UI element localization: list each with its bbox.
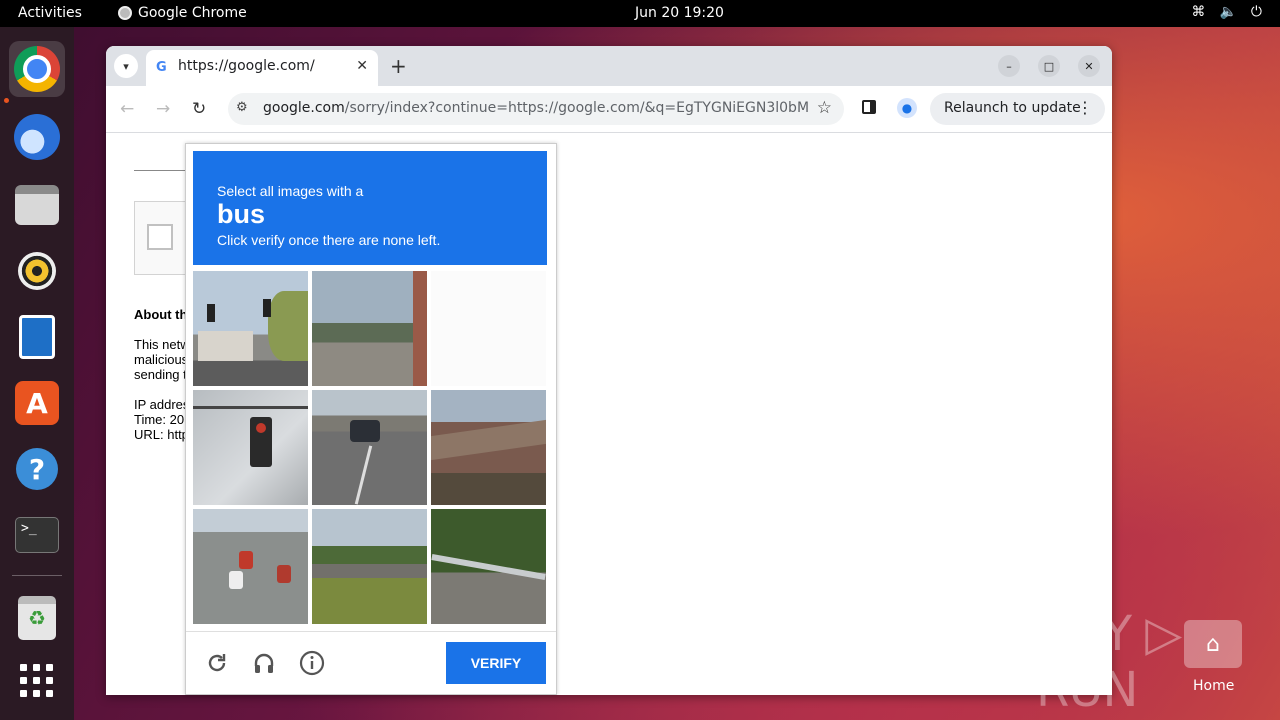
google-favicon-icon: G [156,60,167,75]
top-bar: Activities Google Chrome Jun 20 19:20 ⌘ … [0,0,1280,27]
app-menu[interactable]: Google Chrome [118,5,247,21]
recaptcha-checkbox[interactable] [147,224,173,250]
about-heading: About th [134,307,188,322]
rhythmbox-icon [18,252,56,290]
captcha-tile[interactable] [312,271,427,386]
maximize-icon: □ [1043,59,1055,73]
chrome-icon [14,46,60,92]
reload-button[interactable]: ↻ [192,99,206,119]
writer-icon [19,315,55,359]
captcha-target-word: bus [217,199,266,229]
captcha-tile[interactable] [431,271,546,386]
home-label[interactable]: Home [1193,678,1234,694]
chrome-app-icon [118,6,132,20]
chevron-down-icon: ▾ [123,59,129,73]
captcha-tile[interactable] [312,390,427,505]
captcha-instruction: Select all images with a [217,183,364,199]
captcha-sub-instruction: Click verify once there are none left. [217,232,441,248]
captcha-tile[interactable] [431,509,546,624]
network-icon: ⌘ [1191,4,1206,20]
captcha-tile[interactable] [193,271,308,386]
dock-trash[interactable]: ♻ [9,590,65,646]
captcha-header: Select all images with a bus Click verif… [193,151,547,265]
tab-title: https://google.com/ [178,58,315,74]
home-folder-icon[interactable]: ⌂ [1184,620,1242,668]
dock-separator [12,575,62,576]
app-name: Google Chrome [138,5,247,21]
watermark: ANY ▷ RUN [1036,606,1182,718]
para-line: sending t [134,367,187,382]
tab-search-button[interactable]: ▾ [114,54,138,78]
new-tab-button[interactable]: + [390,54,407,78]
minimize-icon: – [1006,59,1012,73]
captcha-tile[interactable] [193,509,308,624]
para-line: malicious [134,352,189,367]
audio-challenge-button[interactable] [251,650,277,676]
power-icon: ⏻ [1250,4,1262,20]
trash-icon: ♻ [18,596,56,640]
dock-rhythmbox[interactable] [9,243,65,299]
url-host: google.com [263,100,345,116]
info-line: URL: http [134,427,189,442]
more-menu-icon[interactable]: ⋮ [1077,98,1093,117]
close-icon: ✕ [1084,59,1094,73]
info-icon [299,650,325,676]
maximize-button[interactable]: □ [1038,55,1060,77]
dock: A ? >_ ♻ [0,27,74,720]
site-info-icon[interactable]: ⚙ [236,100,248,115]
bookmark-star-icon[interactable]: ☆ [817,98,832,118]
app-center-icon: A [15,381,59,425]
captcha-tile[interactable] [312,509,427,624]
system-tray[interactable]: ⌘ 🔈 ⏻ [1191,4,1262,20]
tab-google[interactable]: G https://google.com/ ✕ [146,50,378,86]
dock-show-apps[interactable] [9,653,65,709]
dock-chrome[interactable] [9,41,65,97]
captcha-tile[interactable] [431,390,546,505]
side-panel-icon[interactable] [862,100,876,114]
info-button[interactable] [299,650,325,676]
captcha-challenge: Select all images with a bus Click verif… [185,143,557,695]
files-icon [15,185,59,225]
minimize-button[interactable]: – [998,55,1020,77]
captcha-tile[interactable] [193,390,308,505]
relaunch-button[interactable]: Relaunch to update ⋮ [930,93,1105,125]
volume-icon: 🔈 [1219,4,1237,20]
address-bar[interactable]: ⚙ google.com/sorry/index?continue=https:… [228,93,844,125]
reload-challenge-button[interactable] [204,650,230,676]
thunderbird-icon [14,114,60,160]
profile-avatar-icon[interactable]: ● [897,98,917,118]
headphones-icon [254,653,274,673]
relaunch-label: Relaunch to update [944,100,1081,116]
refresh-icon [208,654,226,672]
dock-terminal[interactable]: >_ [9,507,65,563]
info-line: IP addres [134,397,190,412]
back-button[interactable]: ← [120,99,134,119]
clock[interactable]: Jun 20 19:20 [635,5,724,21]
running-indicator [4,98,9,103]
tab-strip: ▾ G https://google.com/ ✕ + – □ ✕ [106,46,1112,86]
dock-help[interactable]: ? [9,441,65,497]
url-path: /sorry/index?continue=https://google.com… [344,100,808,116]
dock-files[interactable] [9,177,65,233]
forward-button[interactable]: → [156,99,170,119]
captcha-footer: VERIFY [186,631,556,695]
info-line: Time: 20 [134,412,185,427]
dock-writer[interactable] [9,309,65,365]
terminal-icon: >_ [15,517,59,553]
para-line: This netw [134,337,190,352]
help-icon: ? [16,448,58,490]
dock-thunderbird[interactable] [9,109,65,165]
verify-button[interactable]: VERIFY [446,642,546,684]
activities-button[interactable]: Activities [18,5,82,21]
dock-app-center[interactable]: A [9,375,65,431]
url-text: google.com/sorry/index?continue=https://… [263,100,808,116]
tab-close-button[interactable]: ✕ [356,58,368,74]
close-window-button[interactable]: ✕ [1078,55,1100,77]
show-apps-icon [20,664,54,698]
